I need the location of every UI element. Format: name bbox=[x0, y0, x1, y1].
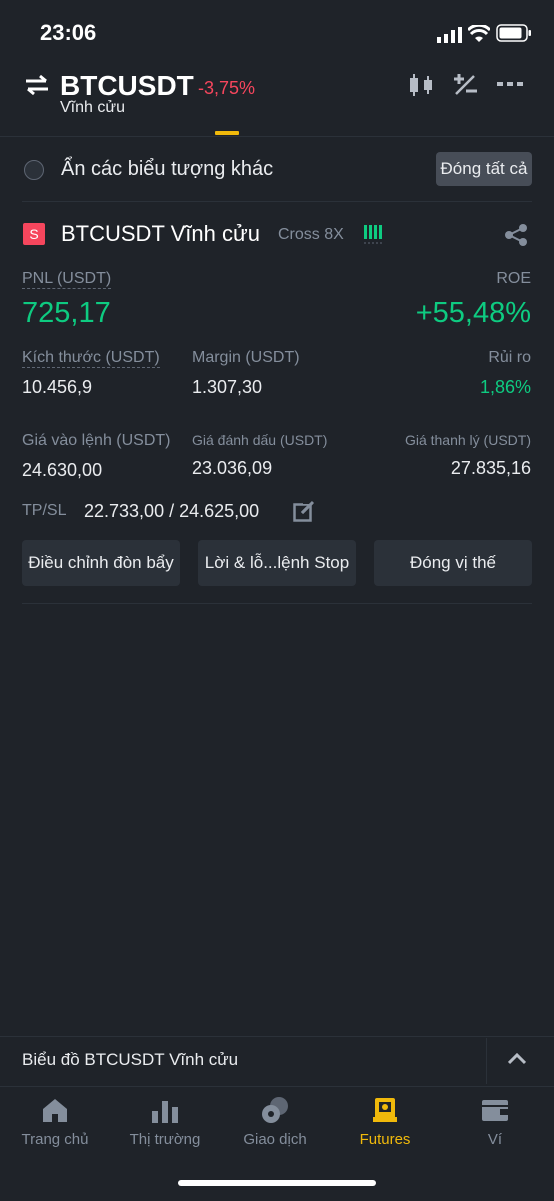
price-change: -3,75% bbox=[198, 78, 256, 98]
wallet-icon bbox=[482, 1100, 508, 1121]
close-position-button[interactable]: Đóng vị thế bbox=[374, 540, 532, 586]
swap-icon[interactable] bbox=[24, 74, 50, 96]
divider bbox=[486, 1038, 487, 1084]
nav-label: Ví bbox=[487, 1131, 503, 1148]
margin-label: Margin (USDT) bbox=[192, 349, 300, 366]
signal-icon bbox=[437, 27, 462, 43]
tpsl-label: TP/SL bbox=[22, 502, 67, 519]
margin-value: 1.307,30 bbox=[192, 377, 263, 397]
tpsl-value: 22.733,00 / 24.625,00 bbox=[84, 501, 260, 521]
nav-item-markets[interactable]: Thị trường bbox=[110, 1095, 220, 1148]
pnl-label[interactable]: PNL (USDT) bbox=[22, 270, 112, 289]
more-icon[interactable] bbox=[497, 80, 523, 88]
tp-sl-stop-button[interactable]: Lời & lỗ...lệnh Stop bbox=[198, 540, 356, 586]
candlestick-icon[interactable] bbox=[407, 72, 435, 98]
contract-type: Vĩnh cửu bbox=[60, 99, 125, 116]
divider bbox=[22, 201, 532, 202]
leverage-level-icon bbox=[364, 225, 383, 244]
home-indicator[interactable] bbox=[178, 1180, 376, 1186]
status-time: 23:06 bbox=[40, 20, 97, 45]
pnl-value: 725,17 bbox=[22, 297, 111, 329]
entry-price-value: 24.630,00 bbox=[22, 460, 103, 480]
risk-value: 1,86% bbox=[479, 377, 531, 397]
liq-price-label: Giá thanh lý (USDT) bbox=[404, 432, 531, 448]
nav-item-futures[interactable]: Futures bbox=[330, 1095, 440, 1148]
nav-item-trade[interactable]: Giao dịch bbox=[220, 1095, 330, 1148]
share-icon[interactable] bbox=[504, 223, 528, 247]
liq-price-value: 27.835,16 bbox=[450, 458, 531, 478]
nav-label: Thị trường bbox=[129, 1131, 201, 1148]
chart-toggle-label[interactable]: Biểu đồ BTCUSDT Vĩnh cửu bbox=[22, 1050, 238, 1070]
adjust-leverage-button[interactable]: Điều chỉnh đòn bẩy bbox=[22, 540, 180, 586]
hide-symbols-checkbox[interactable] bbox=[24, 160, 44, 180]
risk-label: Rủi ro bbox=[488, 349, 531, 366]
nav-label: Futures bbox=[359, 1131, 411, 1148]
wifi-icon bbox=[468, 25, 490, 42]
hide-symbols-label[interactable]: Ẩn các biểu tượng khác bbox=[61, 158, 273, 181]
calculator-icon[interactable] bbox=[452, 72, 478, 98]
divider bbox=[0, 1036, 554, 1037]
nav-label: Trang chủ bbox=[21, 1131, 89, 1148]
roe-value: +55,48% bbox=[415, 297, 531, 329]
size-value: 10.456,9 bbox=[22, 377, 93, 397]
size-label[interactable]: Kích thước (USDT) bbox=[22, 349, 160, 368]
nav-label: Giao dịch bbox=[243, 1131, 307, 1148]
divider bbox=[22, 603, 532, 604]
side-badge: S bbox=[23, 223, 45, 245]
edit-icon[interactable] bbox=[293, 500, 315, 522]
markets-icon bbox=[152, 1101, 178, 1123]
margin-mode[interactable]: Cross 8X bbox=[278, 226, 344, 244]
trade-icon bbox=[262, 1097, 288, 1123]
close-all-button[interactable]: Đóng tất cả bbox=[436, 152, 532, 186]
position-title[interactable]: BTCUSDT Vĩnh cửu bbox=[61, 221, 260, 247]
battery-icon bbox=[496, 24, 531, 42]
active-tab-indicator bbox=[215, 131, 239, 135]
futures-icon bbox=[373, 1098, 397, 1122]
home-icon bbox=[43, 1099, 67, 1122]
mark-price-label: Giá đánh dấu (USDT) bbox=[192, 432, 328, 448]
symbol-title[interactable]: BTCUSDT bbox=[60, 70, 194, 102]
nav-item-home[interactable]: Trang chủ bbox=[0, 1095, 110, 1148]
roe-label: ROE bbox=[496, 270, 531, 287]
mark-price-value: 23.036,09 bbox=[192, 458, 273, 478]
entry-price-label: Giá vào lệnh (USDT) bbox=[22, 432, 171, 449]
divider bbox=[0, 136, 554, 137]
nav-item-wallet[interactable]: Ví bbox=[440, 1095, 550, 1148]
chevron-up-icon[interactable] bbox=[508, 1053, 526, 1065]
